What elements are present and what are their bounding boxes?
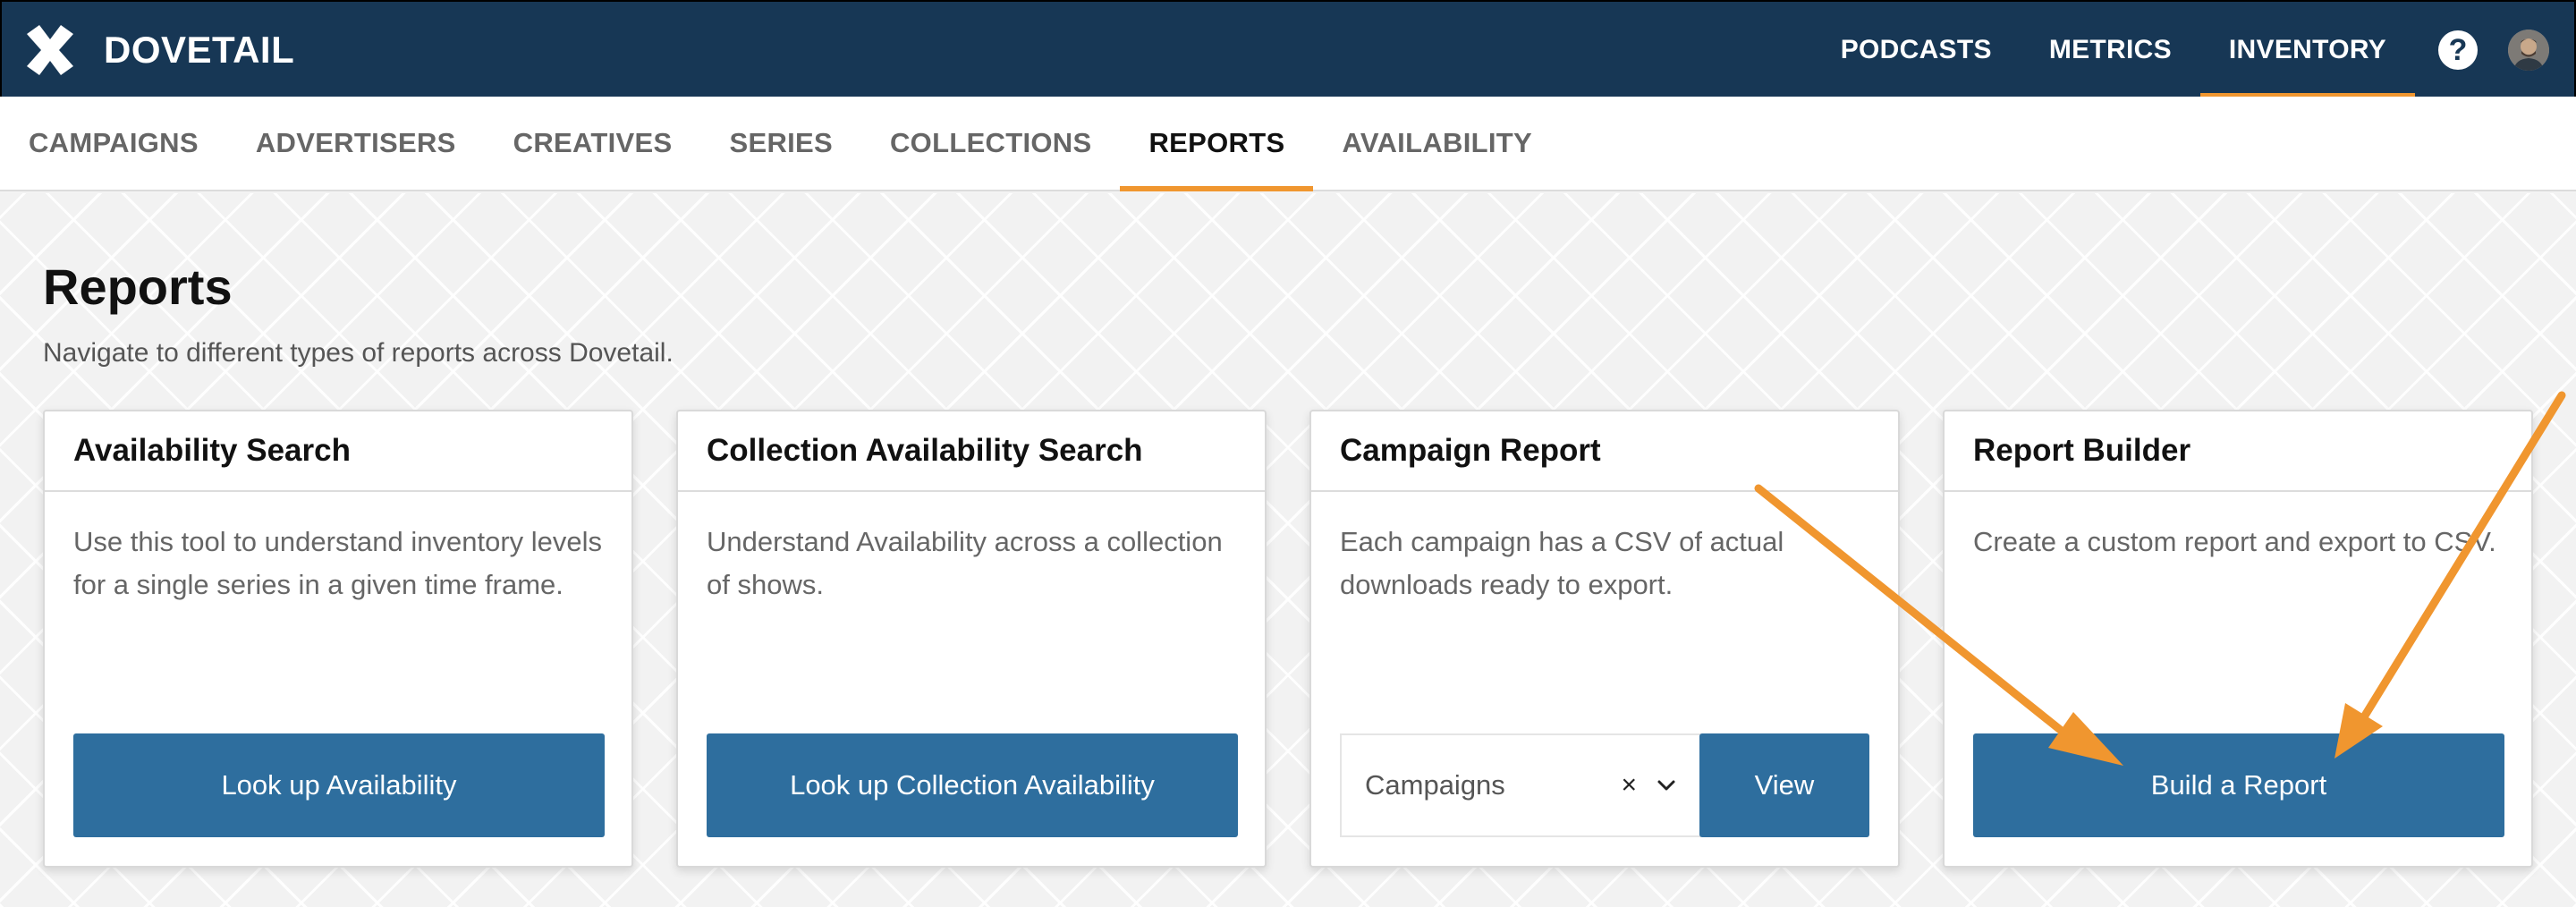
card-description: Use this tool to understand inventory le… xyxy=(73,526,603,600)
top-navigation-bar: DOVETAIL PODCASTS METRICS INVENTORY ? xyxy=(0,0,2576,98)
subnav-availability[interactable]: AVAILABILITY xyxy=(1313,97,1561,190)
topnav-podcasts[interactable]: PODCASTS xyxy=(1812,2,2021,98)
brand-name: DOVETAIL xyxy=(104,29,295,71)
subnav-campaigns[interactable]: CAMPAIGNS xyxy=(0,97,227,190)
availability-search-card: Availability Search Use this tool to und… xyxy=(43,410,633,868)
subnav-collections[interactable]: COLLECTIONS xyxy=(861,97,1120,190)
page-subtitle: Navigate to different types of reports a… xyxy=(43,338,674,368)
clear-icon[interactable]: × xyxy=(1621,770,1637,801)
card-title: Availability Search xyxy=(45,411,631,492)
report-builder-card: Report Builder Create a custom report an… xyxy=(1943,410,2533,868)
subnav-creatives[interactable]: CREATIVES xyxy=(485,97,701,190)
look-up-collection-availability-button[interactable]: Look up Collection Availability xyxy=(707,733,1238,837)
topnav-inventory[interactable]: INVENTORY xyxy=(2199,2,2416,98)
card-description: Create a custom report and export to CSV… xyxy=(1973,526,2496,557)
card-description: Each campaign has a CSV of actual downlo… xyxy=(1340,526,1784,600)
chevron-down-icon[interactable] xyxy=(1653,772,1680,799)
top-nav: PODCASTS METRICS INVENTORY ? xyxy=(1812,2,2574,98)
help-circle-icon[interactable]: ? xyxy=(2438,30,2478,70)
campaigns-select-value: Campaigns xyxy=(1365,769,1505,801)
subnav-series[interactable]: SERIES xyxy=(700,97,861,190)
look-up-availability-button[interactable]: Look up Availability xyxy=(73,733,605,837)
view-campaign-report-button[interactable]: View xyxy=(1699,733,1869,837)
dovetail-x-logo-icon xyxy=(27,25,73,75)
campaign-report-card: Campaign Report Each campaign has a CSV … xyxy=(1309,410,1900,868)
sub-navigation-bar: CAMPAIGNS ADVERTISERS CREATIVES SERIES C… xyxy=(0,97,2576,191)
subnav-advertisers[interactable]: ADVERTISERS xyxy=(227,97,485,190)
page-title: Reports xyxy=(43,259,233,315)
subnav-reports[interactable]: REPORTS xyxy=(1120,97,1314,191)
card-description: Understand Availability across a collect… xyxy=(707,526,1223,600)
topnav-metrics[interactable]: METRICS xyxy=(2021,2,2200,98)
brand-logo-link[interactable]: DOVETAIL xyxy=(21,21,294,79)
collection-availability-search-card: Collection Availability Search Understan… xyxy=(676,410,1267,868)
card-title: Campaign Report xyxy=(1311,411,1898,492)
card-title: Collection Availability Search xyxy=(678,411,1265,492)
build-a-report-button[interactable]: Build a Report xyxy=(1973,733,2504,837)
card-title: Report Builder xyxy=(1945,411,2531,492)
user-avatar-icon[interactable] xyxy=(2508,30,2549,71)
campaigns-select[interactable]: Campaigns × xyxy=(1340,733,1701,837)
